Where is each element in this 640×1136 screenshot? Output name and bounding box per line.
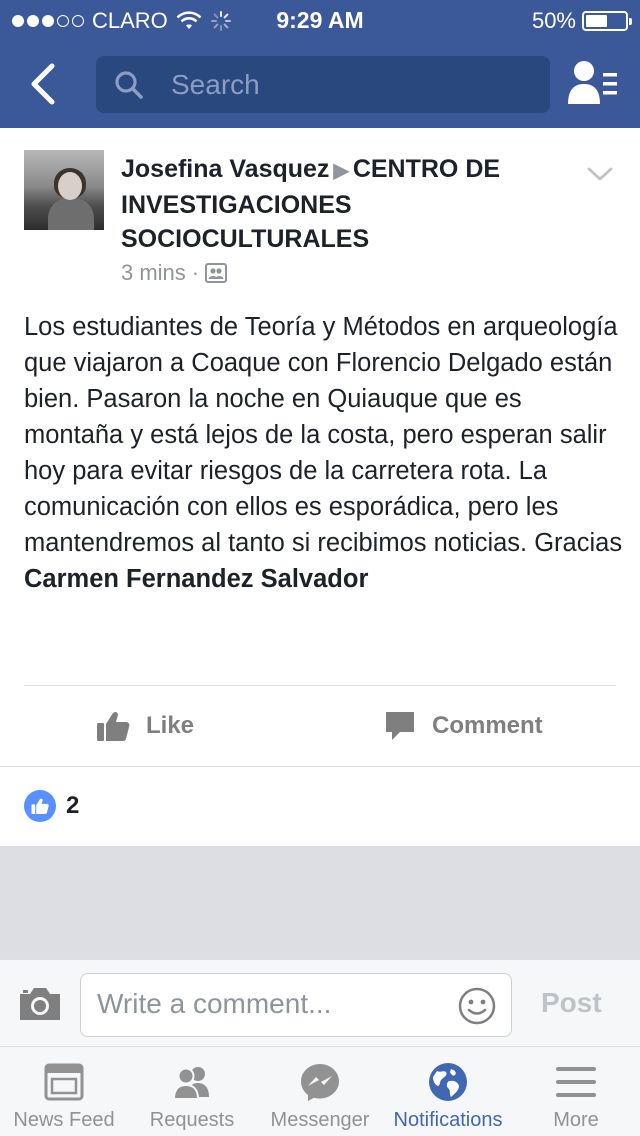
tab-label: More xyxy=(553,1109,599,1131)
battery-percent: 50% xyxy=(531,8,576,33)
thumbs-up-icon xyxy=(97,711,130,741)
friend-requests-icon[interactable] xyxy=(568,60,618,106)
tab-more[interactable]: More xyxy=(512,1047,640,1136)
post-meta: 3 mins · xyxy=(121,260,228,286)
divider xyxy=(24,685,616,686)
top-bar: CLARO 9:29 AM 50% Search xyxy=(0,0,640,128)
group-audience-icon xyxy=(205,263,228,283)
mention-link[interactable]: Carmen Fernandez Salvador xyxy=(24,565,368,593)
globe-icon xyxy=(429,1063,467,1101)
tab-label: Requests xyxy=(149,1109,235,1131)
post-header: Josefina Vasquez ▶ CENTRO DE INVESTIGACION… xyxy=(121,152,561,256)
menu-icon xyxy=(556,1067,596,1097)
search-placeholder: Search xyxy=(171,69,260,100)
battery-info: 50% xyxy=(531,8,632,34)
comment-bubble-icon xyxy=(386,712,414,740)
author-avatar[interactable] xyxy=(24,150,104,230)
camera-icon[interactable] xyxy=(18,986,62,1022)
requests-icon xyxy=(172,1067,209,1100)
like-label: Like xyxy=(146,712,195,739)
post-body: Los estudiantes de Teoría y Métodos en a… xyxy=(24,309,624,597)
divider xyxy=(0,766,640,767)
like-count: 2 xyxy=(66,792,80,819)
news-feed-icon xyxy=(44,1063,84,1101)
like-summary[interactable]: 2 xyxy=(24,790,79,822)
chevron-down-icon[interactable] xyxy=(586,164,614,184)
comment-input[interactable]: Write a comment... xyxy=(80,973,512,1037)
comment-button[interactable]: Comment xyxy=(384,704,543,748)
comment-label: Comment xyxy=(432,712,543,739)
tab-messenger[interactable]: Messenger xyxy=(256,1047,384,1136)
status-bar: CLARO 9:29 AM 50% xyxy=(0,0,640,40)
search-icon xyxy=(115,71,143,99)
search-input[interactable]: Search xyxy=(96,56,550,113)
post-comment-button[interactable]: Post xyxy=(541,987,602,1019)
tab-label: News Feed xyxy=(13,1109,115,1131)
comment-placeholder: Write a comment... xyxy=(97,988,332,1019)
comment-composer: Write a comment... Post xyxy=(0,959,640,1047)
emoji-icon[interactable] xyxy=(457,986,497,1026)
tab-news-feed[interactable]: News Feed xyxy=(0,1047,128,1136)
author-name[interactable]: Josefina Vasquez xyxy=(121,155,329,183)
battery-icon xyxy=(582,11,632,31)
tab-requests[interactable]: Requests xyxy=(128,1047,256,1136)
tab-label: Notifications xyxy=(393,1109,503,1131)
post-text: Los estudiantes de Teoría y Métodos en a… xyxy=(24,313,623,557)
post-timestamp[interactable]: 3 mins xyxy=(121,260,186,286)
empty-comments-area xyxy=(0,846,640,959)
bottom-tab-bar: News Feed Requests Messenger Notificatio… xyxy=(0,1047,640,1136)
back-arrow-icon[interactable] xyxy=(24,58,64,110)
like-button[interactable]: Like xyxy=(96,704,194,748)
tab-label: Messenger xyxy=(270,1109,370,1131)
like-badge-icon xyxy=(24,790,56,822)
tab-notifications[interactable]: Notifications xyxy=(384,1047,512,1136)
share-arrow-icon: ▶ xyxy=(333,160,349,182)
meta-separator: · xyxy=(191,260,200,285)
messenger-icon xyxy=(301,1064,339,1101)
